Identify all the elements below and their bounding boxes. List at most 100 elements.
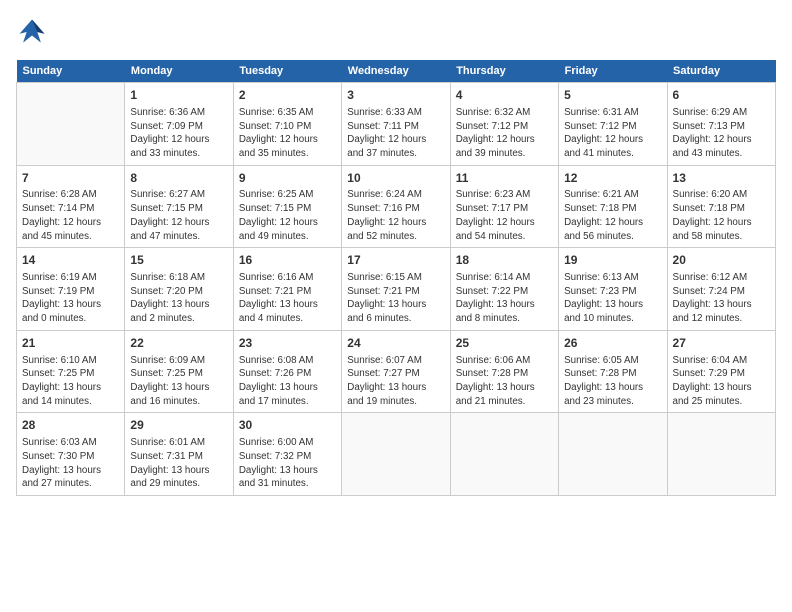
day-number: 10: [347, 170, 444, 187]
calendar-cell: 20 Sunrise: 6:12 AM Sunset: 7:24 PM Dayli…: [667, 248, 775, 331]
day-detail: Sunrise: 6:19 AM Sunset: 7:19 PM Dayligh…: [22, 271, 119, 326]
day-detail: Sunrise: 6:23 AM Sunset: 7:17 PM Dayligh…: [456, 188, 553, 243]
day-number: 21: [22, 335, 119, 352]
calendar-cell: 2 Sunrise: 6:35 AM Sunset: 7:10 PM Daylig…: [233, 83, 341, 166]
calendar-cell: 3 Sunrise: 6:33 AM Sunset: 7:11 PM Daylig…: [342, 83, 450, 166]
weekday-header-saturday: Saturday: [667, 60, 775, 83]
day-number: 8: [130, 170, 227, 187]
calendar-cell: 21 Sunrise: 6:10 AM Sunset: 7:25 PM Dayli…: [17, 330, 125, 413]
day-number: 30: [239, 417, 336, 434]
day-detail: Sunrise: 6:16 AM Sunset: 7:21 PM Dayligh…: [239, 271, 336, 326]
calendar-week-row: 7Sunrise: 6:28 AM Sunset: 7:14 PM Daylig…: [17, 165, 776, 248]
calendar-cell: 16 Sunrise: 6:16 AM Sunset: 7:21 PM Dayli…: [233, 248, 341, 331]
weekday-header-tuesday: Tuesday: [233, 60, 341, 83]
calendar-cell: 6Sunrise: 6:29 AM Sunset: 7:13 PM Daylig…: [667, 83, 775, 166]
calendar-cell: 11Sunrise: 6:23 AM Sunset: 7:17 PM Dayli…: [450, 165, 558, 248]
day-detail: Sunrise: 6:09 AM Sunset: 7:25 PM Dayligh…: [130, 354, 227, 409]
day-number: 27: [673, 335, 770, 352]
day-detail: Sunrise: 6:24 AM Sunset: 7:16 PM Dayligh…: [347, 188, 444, 243]
day-number: 26: [564, 335, 661, 352]
logo-icon: [16, 16, 48, 48]
calendar-cell: 14 Sunrise: 6:19 AM Sunset: 7:19 PM Dayli…: [17, 248, 125, 331]
calendar-week-row: 21 Sunrise: 6:10 AM Sunset: 7:25 PM Dayli…: [17, 330, 776, 413]
day-detail: Sunrise: 6:12 AM Sunset: 7:24 PM Dayligh…: [673, 271, 770, 326]
day-detail: Sunrise: 6:15 AM Sunset: 7:21 PM Dayligh…: [347, 271, 444, 326]
day-number: 19: [564, 252, 661, 269]
weekday-header-thursday: Thursday: [450, 60, 558, 83]
day-detail: Sunrise: 6:32 AM Sunset: 7:12 PM Dayligh…: [456, 106, 553, 161]
day-number: 12: [564, 170, 661, 187]
weekday-header-monday: Monday: [125, 60, 233, 83]
weekday-header-sunday: Sunday: [17, 60, 125, 83]
day-detail: Sunrise: 6:18 AM Sunset: 7:20 PM Dayligh…: [130, 271, 227, 326]
calendar-week-row: 14 Sunrise: 6:19 AM Sunset: 7:19 PM Dayli…: [17, 248, 776, 331]
day-number: 11: [456, 170, 553, 187]
day-detail: Sunrise: 6:04 AM Sunset: 7:29 PM Dayligh…: [673, 354, 770, 409]
calendar-cell: 24 Sunrise: 6:07 AM Sunset: 7:27 PM Dayli…: [342, 330, 450, 413]
calendar-cell: [450, 413, 558, 496]
calendar-cell: 23Sunrise: 6:08 AM Sunset: 7:26 PM Dayli…: [233, 330, 341, 413]
calendar-cell: 18Sunrise: 6:14 AM Sunset: 7:22 PM Dayli…: [450, 248, 558, 331]
calendar-cell: 10Sunrise: 6:24 AM Sunset: 7:16 PM Dayli…: [342, 165, 450, 248]
day-number: 4: [456, 87, 553, 104]
calendar-cell: [342, 413, 450, 496]
calendar-cell: 17 Sunrise: 6:15 AM Sunset: 7:21 PM Dayli…: [342, 248, 450, 331]
day-number: 7: [22, 170, 119, 187]
day-number: 20: [673, 252, 770, 269]
calendar-cell: 27 Sunrise: 6:04 AM Sunset: 7:29 PM Dayli…: [667, 330, 775, 413]
day-number: 24: [347, 335, 444, 352]
day-number: 17: [347, 252, 444, 269]
calendar-cell: [559, 413, 667, 496]
day-number: 16: [239, 252, 336, 269]
day-number: 5: [564, 87, 661, 104]
day-detail: Sunrise: 6:00 AM Sunset: 7:32 PM Dayligh…: [239, 436, 336, 491]
weekday-header-row: SundayMondayTuesdayWednesdayThursdayFrid…: [17, 60, 776, 83]
day-number: 15: [130, 252, 227, 269]
day-detail: Sunrise: 6:08 AM Sunset: 7:26 PM Dayligh…: [239, 354, 336, 409]
calendar-week-row: 28 Sunrise: 6:03 AM Sunset: 7:30 PM Dayli…: [17, 413, 776, 496]
day-detail: Sunrise: 6:31 AM Sunset: 7:12 PM Dayligh…: [564, 106, 661, 161]
weekday-header-friday: Friday: [559, 60, 667, 83]
calendar-cell: 26Sunrise: 6:05 AM Sunset: 7:28 PM Dayli…: [559, 330, 667, 413]
calendar-cell: 22Sunrise: 6:09 AM Sunset: 7:25 PM Dayli…: [125, 330, 233, 413]
day-detail: Sunrise: 6:36 AM Sunset: 7:09 PM Dayligh…: [130, 106, 227, 161]
day-detail: Sunrise: 6:33 AM Sunset: 7:11 PM Dayligh…: [347, 106, 444, 161]
weekday-header-wednesday: Wednesday: [342, 60, 450, 83]
calendar-cell: 5 Sunrise: 6:31 AM Sunset: 7:12 PM Daylig…: [559, 83, 667, 166]
day-detail: Sunrise: 6:25 AM Sunset: 7:15 PM Dayligh…: [239, 188, 336, 243]
calendar-cell: 1 Sunrise: 6:36 AM Sunset: 7:09 PM Daylig…: [125, 83, 233, 166]
day-number: 25: [456, 335, 553, 352]
day-number: 29: [130, 417, 227, 434]
day-detail: Sunrise: 6:29 AM Sunset: 7:13 PM Dayligh…: [673, 106, 770, 161]
day-detail: Sunrise: 6:27 AM Sunset: 7:15 PM Dayligh…: [130, 188, 227, 243]
day-detail: Sunrise: 6:01 AM Sunset: 7:31 PM Dayligh…: [130, 436, 227, 491]
calendar-cell: 29 Sunrise: 6:01 AM Sunset: 7:31 PM Dayli…: [125, 413, 233, 496]
calendar-cell: 4 Sunrise: 6:32 AM Sunset: 7:12 PM Daylig…: [450, 83, 558, 166]
calendar-cell: [667, 413, 775, 496]
day-number: 28: [22, 417, 119, 434]
calendar-cell: 30 Sunrise: 6:00 AM Sunset: 7:32 PM Dayli…: [233, 413, 341, 496]
day-number: 1: [130, 87, 227, 104]
page-header: [16, 16, 776, 48]
day-detail: Sunrise: 6:28 AM Sunset: 7:14 PM Dayligh…: [22, 188, 119, 243]
calendar-cell: 15 Sunrise: 6:18 AM Sunset: 7:20 PM Dayli…: [125, 248, 233, 331]
calendar-cell: 12Sunrise: 6:21 AM Sunset: 7:18 PM Dayli…: [559, 165, 667, 248]
day-detail: Sunrise: 6:21 AM Sunset: 7:18 PM Dayligh…: [564, 188, 661, 243]
logo: [16, 16, 52, 48]
calendar-week-row: 1 Sunrise: 6:36 AM Sunset: 7:09 PM Daylig…: [17, 83, 776, 166]
calendar-table: SundayMondayTuesdayWednesdayThursdayFrid…: [16, 60, 776, 496]
day-detail: Sunrise: 6:14 AM Sunset: 7:22 PM Dayligh…: [456, 271, 553, 326]
calendar-cell: 8Sunrise: 6:27 AM Sunset: 7:15 PM Daylig…: [125, 165, 233, 248]
day-number: 3: [347, 87, 444, 104]
calendar-cell: 9Sunrise: 6:25 AM Sunset: 7:15 PM Daylig…: [233, 165, 341, 248]
day-number: 14: [22, 252, 119, 269]
day-detail: Sunrise: 6:03 AM Sunset: 7:30 PM Dayligh…: [22, 436, 119, 491]
day-number: 2: [239, 87, 336, 104]
calendar-cell: 13Sunrise: 6:20 AM Sunset: 7:18 PM Dayli…: [667, 165, 775, 248]
calendar-cell: 28 Sunrise: 6:03 AM Sunset: 7:30 PM Dayli…: [17, 413, 125, 496]
day-detail: Sunrise: 6:13 AM Sunset: 7:23 PM Dayligh…: [564, 271, 661, 326]
day-detail: Sunrise: 6:10 AM Sunset: 7:25 PM Dayligh…: [22, 354, 119, 409]
day-detail: Sunrise: 6:07 AM Sunset: 7:27 PM Dayligh…: [347, 354, 444, 409]
day-detail: Sunrise: 6:35 AM Sunset: 7:10 PM Dayligh…: [239, 106, 336, 161]
calendar-cell: 7Sunrise: 6:28 AM Sunset: 7:14 PM Daylig…: [17, 165, 125, 248]
